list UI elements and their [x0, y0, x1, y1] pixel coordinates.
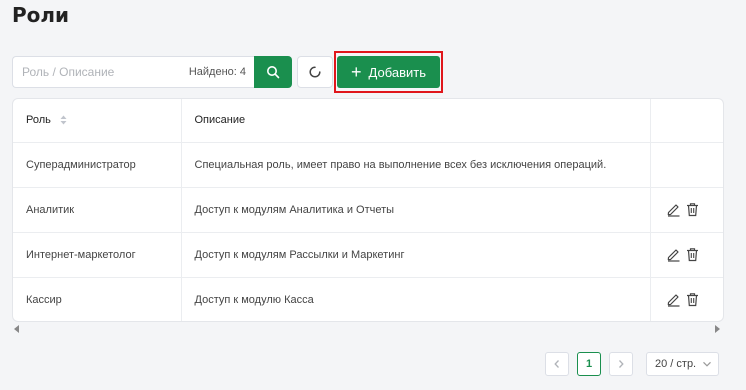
- chevron-right-icon: [619, 360, 624, 368]
- sort-icon[interactable]: [60, 115, 67, 125]
- column-header-actions: [650, 99, 723, 143]
- edit-icon[interactable]: [666, 292, 681, 307]
- prev-page-button[interactable]: [545, 352, 569, 376]
- table-row[interactable]: Интернет-маркетолог Доступ к модулям Рас…: [13, 232, 723, 278]
- description-cell: Доступ к модулям Рассылки и Маркетинг: [181, 232, 651, 278]
- chevron-down-icon: [703, 361, 711, 367]
- next-page-button[interactable]: [609, 352, 633, 376]
- role-cell: Кассир: [13, 277, 182, 321]
- found-count: Найдено: 4: [188, 66, 246, 78]
- search-input[interactable]: [22, 57, 172, 87]
- role-cell: Суперадминистратор: [13, 142, 182, 188]
- scroll-left-arrow-icon[interactable]: [14, 325, 19, 333]
- add-button-label: Добавить: [368, 64, 426, 80]
- column-header-description: Описание: [181, 99, 651, 143]
- column-header-role-label: Роль: [26, 114, 51, 127]
- chevron-left-icon: [554, 360, 559, 368]
- description-cell: Доступ к модулю Касса: [181, 277, 651, 321]
- search-button[interactable]: [254, 56, 292, 88]
- roles-table: Роль Описание Суперадминистратор Специал…: [12, 98, 724, 322]
- description-cell: Специальная роль, имеет право на выполне…: [181, 142, 651, 188]
- actions-cell: [650, 142, 723, 188]
- actions-cell: [650, 187, 723, 233]
- column-header-role[interactable]: Роль: [13, 99, 182, 143]
- search-icon: [267, 66, 280, 79]
- refresh-icon: [309, 66, 321, 78]
- actions-cell: [650, 232, 723, 278]
- role-cell: Интернет-маркетолог: [13, 232, 182, 278]
- actions-cell: [650, 277, 723, 321]
- page-title: Роли: [12, 3, 70, 27]
- scroll-right-arrow-icon[interactable]: [715, 325, 720, 333]
- table-row[interactable]: Суперадминистратор Специальная роль, име…: [13, 142, 723, 188]
- table-header-row: Роль Описание: [13, 99, 723, 143]
- description-cell: Доступ к модулям Аналитика и Отчеты: [181, 187, 651, 233]
- horizontal-scrollbar[interactable]: [12, 323, 724, 335]
- role-cell: Аналитик: [13, 187, 182, 233]
- plus-icon: +: [351, 62, 362, 82]
- delete-icon[interactable]: [685, 247, 700, 262]
- table-row[interactable]: Аналитик Доступ к модулям Аналитика и От…: [13, 187, 723, 233]
- edit-icon[interactable]: [666, 247, 681, 262]
- add-button[interactable]: + Добавить: [337, 56, 440, 88]
- search-box: Найдено: 4: [12, 56, 254, 88]
- delete-icon[interactable]: [685, 292, 700, 307]
- page-size-select[interactable]: 20 / стр.: [646, 352, 719, 376]
- table-row[interactable]: Кассир Доступ к модулю Касса: [13, 277, 723, 321]
- page-number-button[interactable]: 1: [577, 352, 601, 376]
- delete-icon[interactable]: [685, 202, 700, 217]
- edit-icon[interactable]: [666, 202, 681, 217]
- refresh-button[interactable]: [297, 56, 333, 88]
- page-size-value: 20 / стр.: [655, 358, 697, 370]
